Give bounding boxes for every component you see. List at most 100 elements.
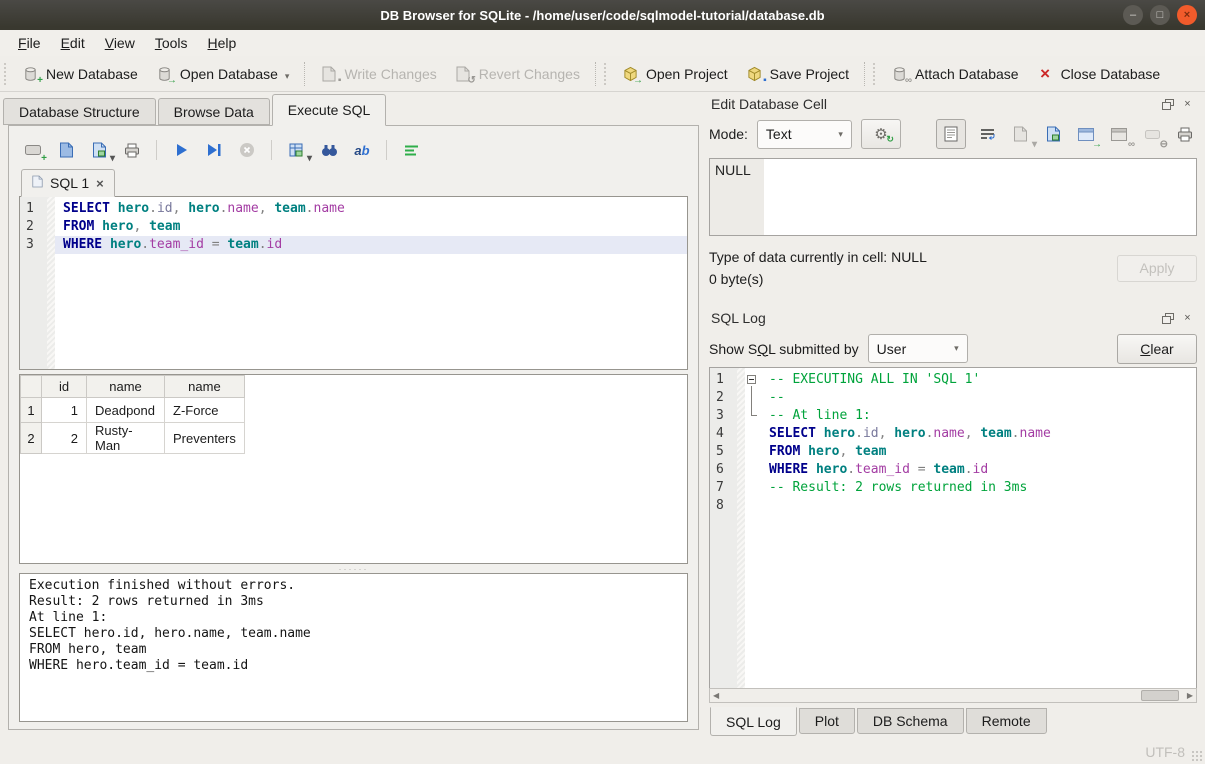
menu-file[interactable]: File <box>8 32 51 54</box>
attach-database-button[interactable]: ∞ Attach Database <box>882 61 1028 86</box>
menu-edit[interactable]: Edit <box>51 32 95 54</box>
sql-tab[interactable]: SQL 1 × <box>21 169 115 197</box>
close-dock-icon[interactable]: × <box>1180 97 1195 111</box>
clear-button[interactable]: Clear <box>1117 334 1197 364</box>
close-button[interactable]: × <box>1177 5 1197 25</box>
encoding-indicator[interactable]: UTF-8 <box>1145 744 1185 760</box>
line-number: 3 <box>710 407 737 425</box>
column-header-name[interactable]: name <box>87 376 165 398</box>
cell[interactable]: Preventers <box>165 423 245 454</box>
scroll-left-icon[interactable]: ◀ <box>713 691 719 700</box>
apply-label: Apply <box>1139 260 1174 276</box>
editor-line[interactable]: FROM hero, team <box>55 218 687 236</box>
sql-tab-bar: SQL 1 × <box>19 167 688 196</box>
cell[interactable]: 2 <box>42 423 87 454</box>
open-database-label: Open Database <box>180 66 278 82</box>
apply-button: Apply <box>1117 255 1197 282</box>
editor-line[interactable]: WHERE hero.team_id = team.id <box>55 236 687 254</box>
word-wrap-icon[interactable] <box>975 122 999 146</box>
print-cell-icon[interactable] <box>1173 122 1197 146</box>
save-sql-file-icon[interactable]: ▾ <box>89 140 109 160</box>
results-grid[interactable]: id name name 1 1 Deadpond Z-Force 2 2 Ru… <box>19 374 688 564</box>
splitter-handle[interactable]: ······ <box>19 564 688 573</box>
submitter-select[interactable]: User ▾ <box>868 334 968 363</box>
cell[interactable]: Deadpond <box>87 398 165 423</box>
new-sql-tab-icon[interactable]: + <box>23 140 43 160</box>
sql-log-view[interactable]: 12345678 -- EXECUTING ALL IN 'SQL 1'----… <box>709 367 1197 688</box>
tab-label: SQL Log <box>726 714 781 730</box>
menu-tools[interactable]: Tools <box>145 32 198 54</box>
close-database-button[interactable]: × Close Database <box>1028 61 1170 86</box>
fold-marker[interactable] <box>745 371 761 389</box>
text-format-icon[interactable]: ab <box>352 140 372 160</box>
menu-view[interactable]: View <box>95 32 145 54</box>
export-icon[interactable] <box>1041 122 1065 146</box>
new-database-button[interactable]: + New Database <box>13 61 147 86</box>
tab-plot[interactable]: Plot <box>799 708 855 734</box>
mode-select[interactable]: Text ▾ <box>757 120 852 149</box>
auto-format-icon[interactable] <box>401 140 421 160</box>
log-fold-markers[interactable] <box>745 368 761 688</box>
execute-all-icon[interactable] <box>171 140 191 160</box>
column-header-name2[interactable]: name <box>165 376 245 398</box>
editor-line[interactable]: SELECT hero.id, hero.name, team.name <box>55 200 687 218</box>
import-icon: ▾ <box>1008 122 1032 146</box>
open-database-button[interactable]: → Open Database ▾ <box>147 61 299 86</box>
horizontal-scrollbar[interactable]: ◀ ▶ <box>709 688 1197 703</box>
save-project-button[interactable]: ▪ Save Project <box>737 61 858 86</box>
resize-grip[interactable] <box>1191 750 1203 762</box>
cell-content-area[interactable] <box>764 159 1196 235</box>
toolbar-grip[interactable] <box>604 63 609 85</box>
open-project-button[interactable]: → Open Project <box>613 61 737 86</box>
print-icon[interactable] <box>122 140 142 160</box>
toolbar-grip[interactable] <box>873 63 878 85</box>
tab-database-structure[interactable]: Database Structure <box>3 98 156 125</box>
execute-line-icon[interactable] <box>204 140 224 160</box>
column-header-id[interactable]: id <box>42 376 87 398</box>
cell-value-editor[interactable]: NULL <box>709 158 1197 236</box>
row-header[interactable]: 1 <box>21 398 42 423</box>
open-external-icon[interactable]: → <box>1074 122 1098 146</box>
tab-db-schema[interactable]: DB Schema <box>857 708 964 734</box>
close-dock-icon[interactable]: × <box>1180 311 1195 325</box>
menu-help[interactable]: Help <box>198 32 247 54</box>
execution-status-log[interactable]: Execution finished without errors.Result… <box>19 573 688 722</box>
sql-tab-close-icon[interactable]: × <box>96 177 104 190</box>
cell[interactable]: 1 <box>42 398 87 423</box>
open-url-icon[interactable]: ∞ <box>1107 122 1131 146</box>
float-dock-icon[interactable] <box>1160 311 1175 325</box>
clear-label: Clear <box>1140 341 1173 357</box>
cell[interactable]: Rusty-Man <box>87 423 165 454</box>
row-header[interactable]: 2 <box>21 423 42 454</box>
save-results-icon[interactable]: ▾ <box>286 140 306 160</box>
edit-cell-title: Edit Database Cell <box>711 96 827 112</box>
main-toolbar: + New Database → Open Database ▾ ▪ Write… <box>0 56 1205 92</box>
window-controls: – □ × <box>1123 5 1197 25</box>
sql-editor[interactable]: 123 SELECT hero.id, hero.name, team.name… <box>19 196 688 370</box>
float-dock-icon[interactable] <box>1160 97 1175 111</box>
scrollbar-thumb[interactable] <box>1141 690 1179 701</box>
fold-cell <box>745 443 761 461</box>
log-line: At line 1: <box>29 610 678 626</box>
tab-execute-sql[interactable]: Execute SQL <box>272 94 387 126</box>
open-sql-file-icon[interactable] <box>56 140 76 160</box>
scroll-right-icon[interactable]: ▶ <box>1187 691 1193 700</box>
sql-log-dock-header[interactable]: SQL Log × <box>709 306 1197 330</box>
tab-sql-log[interactable]: SQL Log <box>710 707 797 736</box>
sql-log-line: -- EXECUTING ALL IN 'SQL 1' <box>761 371 1196 389</box>
toolbar-grip[interactable] <box>4 63 9 85</box>
tab-remote[interactable]: Remote <box>966 708 1047 734</box>
find-replace-icon[interactable] <box>319 140 339 160</box>
table-row: 1 1 Deadpond Z-Force <box>21 398 245 423</box>
minimize-button[interactable]: – <box>1123 5 1143 25</box>
tab-browse-data[interactable]: Browse Data <box>158 98 270 125</box>
maximize-button[interactable]: □ <box>1150 5 1170 25</box>
editor-code[interactable]: SELECT hero.id, hero.name, team.nameFROM… <box>55 197 687 369</box>
open-database-dropdown-icon[interactable]: ▾ <box>285 71 290 82</box>
titlebar[interactable]: DB Browser for SQLite - /home/user/code/… <box>0 0 1205 30</box>
edit-cell-dock-header[interactable]: Edit Database Cell × <box>709 92 1197 116</box>
corner-header[interactable] <box>21 376 42 398</box>
auto-apply-button[interactable]: ⚙ ↻ <box>861 119 901 149</box>
cell[interactable]: Z-Force <box>165 398 245 423</box>
text-mode-icon[interactable] <box>936 119 966 149</box>
